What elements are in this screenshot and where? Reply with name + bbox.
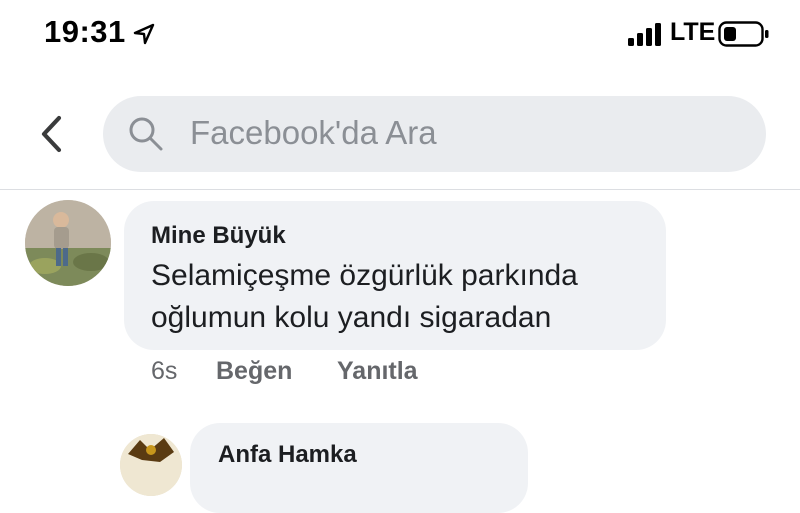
comment-timestamp[interactable]: 6s [151,357,177,386]
back-chevron-icon[interactable] [32,112,72,156]
status-time: 19:31 [44,14,126,49]
comment-bubble: Mine Büyük Selamiçeşme özgürlük parkında… [124,201,666,350]
status-bar: 19:31 LTE [0,0,800,70]
network-type: LTE [670,18,716,46]
comment-text: Selamiçeşme özgürlük parkında oğlumun ko… [151,259,578,334]
signal-bars-icon [628,23,661,46]
location-arrow-icon [133,23,155,45]
search-icon [129,117,163,151]
search-input[interactable]: Facebook'da Ara [103,96,766,172]
header-divider [0,189,800,190]
comment-author-2[interactable]: Anfa Hamka [218,441,357,469]
avatar-photo-2 [120,434,182,496]
search-placeholder: Facebook'da Ara [190,114,437,151]
comment-bubble-2: Anfa Hamka [190,423,528,513]
commenter-avatar[interactable] [25,200,111,286]
commenter-avatar-2[interactable] [120,434,182,496]
comment-author[interactable]: Mine Büyük [151,222,286,250]
like-button[interactable]: Beğen [216,357,292,386]
avatar-photo [25,200,111,286]
reply-button[interactable]: Yanıtla [337,357,418,386]
battery-icon [718,21,769,47]
